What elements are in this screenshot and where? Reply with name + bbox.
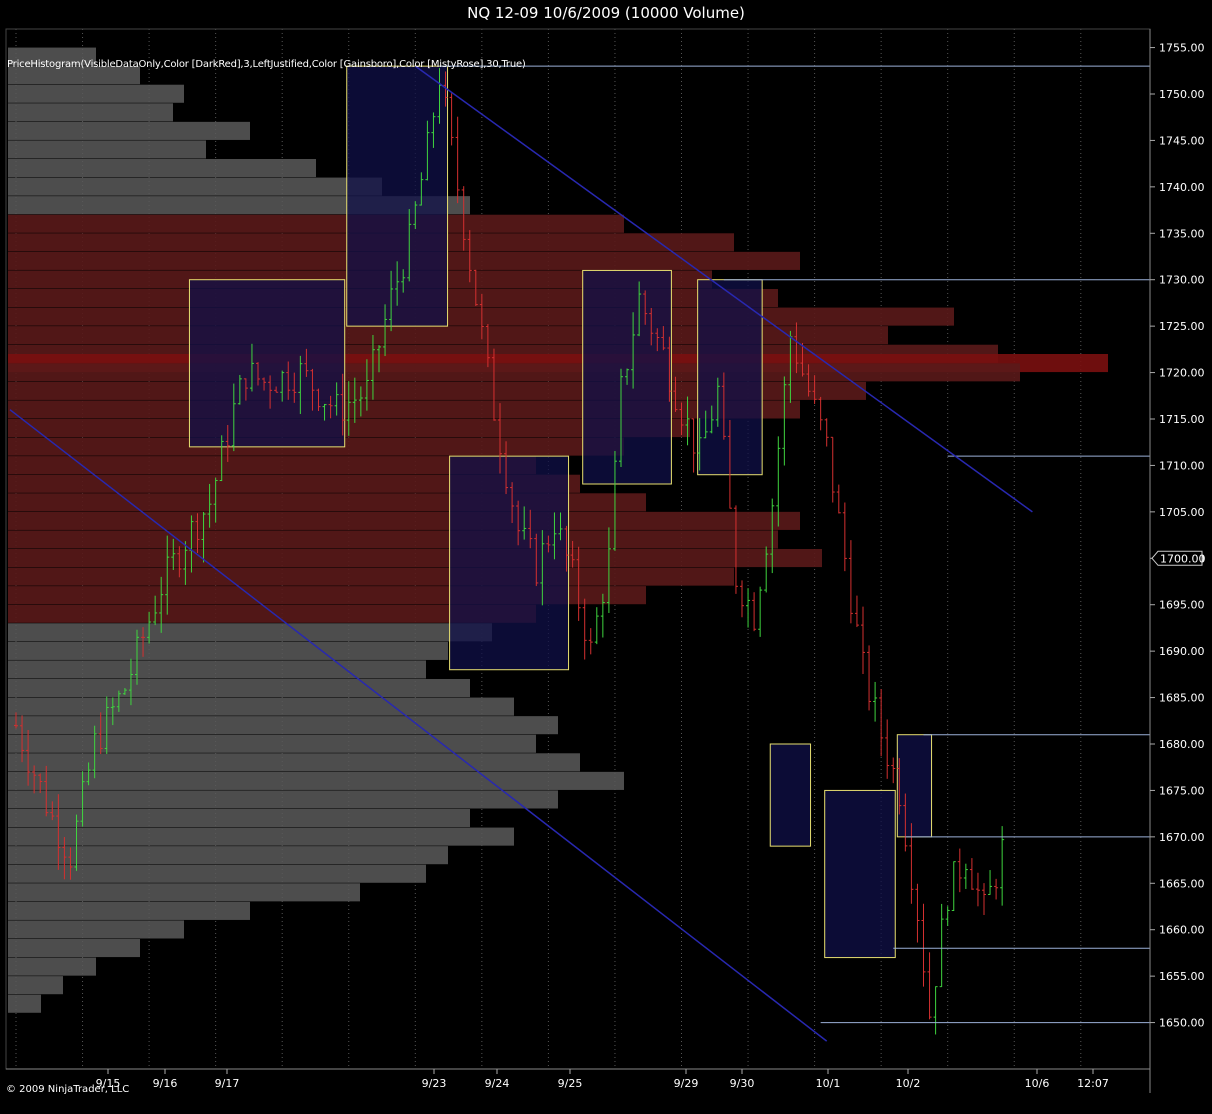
range-box: [449, 455, 570, 671]
indicator-label: PriceHistogram(VisibleDataOnly,Color [Da…: [7, 59, 526, 70]
profile-bar: [8, 363, 1020, 382]
y-tick-label: 1730.00: [1159, 274, 1205, 287]
y-tick-label: 1705.00: [1159, 506, 1205, 519]
x-tick-label: 10/2: [896, 1077, 921, 1090]
profile-bar: [8, 809, 470, 828]
range-box: [824, 789, 896, 959]
profile-bar: [8, 957, 96, 976]
profile-bar: [8, 84, 184, 103]
y-tick-label: 1690.00: [1159, 645, 1205, 658]
x-tick-label: 9/17: [215, 1077, 240, 1090]
y-tick-label: 1710.00: [1159, 459, 1205, 472]
y-tick-label: 1670.00: [1159, 831, 1205, 844]
profile-bar: [8, 140, 206, 159]
profile-bar: [8, 641, 448, 660]
profile-bar: [8, 753, 580, 772]
profile-bar: [8, 771, 624, 790]
y-tick-label: 1740.00: [1159, 181, 1205, 194]
x-tick-label: 9/24: [485, 1077, 510, 1090]
profile-bar: [8, 623, 492, 642]
range-box: [188, 279, 346, 448]
profile-bar: [8, 567, 734, 586]
price-chart[interactable]: 1650.00 1655.00 1660.00 1665.00 1670.00 1675.…: [0, 27, 1212, 1114]
y-tick-label: 1675.00: [1159, 784, 1205, 797]
y-tick-label: 1665.00: [1159, 877, 1205, 890]
range-box: [896, 734, 933, 838]
profile-bar: [8, 103, 173, 122]
x-tick-label: 10/1: [816, 1077, 841, 1090]
profile-bar: [8, 939, 140, 958]
x-tick-label: 9/23: [422, 1077, 447, 1090]
y-tick-label: 1725.00: [1159, 320, 1205, 333]
chart-panel[interactable]: 1650.00 1655.00 1660.00 1665.00 1670.00 1675.…: [0, 27, 1212, 1114]
x-tick-label: 10/6: [1025, 1077, 1050, 1090]
profile-bar: [8, 121, 250, 140]
y-tick-label: 1680.00: [1159, 738, 1205, 751]
profile-bar: [8, 159, 316, 178]
chart-title: NQ 12-09 10/6/2009 (10000 Volume): [467, 4, 745, 22]
y-tick-label: 1745.00: [1159, 134, 1205, 147]
y-axis-ticks: 1650.00 1655.00 1660.00 1665.00 1670.00 1675.…: [1150, 42, 1205, 1030]
x-tick-label: 9/16: [153, 1077, 178, 1090]
range-box: [769, 743, 812, 847]
x-tick-label: 9/30: [730, 1077, 755, 1090]
last-price-marker: 1700.00: [1151, 550, 1206, 566]
profile-bar: [8, 679, 470, 698]
profile-bar: [8, 920, 184, 939]
profile-bar: [8, 790, 558, 809]
y-tick-label: 1715.00: [1159, 413, 1205, 426]
profile-bar: [8, 511, 800, 530]
y-tick-label: 1655.00: [1159, 970, 1205, 983]
y-tick-label: 1660.00: [1159, 924, 1205, 937]
profile-bar: [8, 177, 382, 196]
profile-bar: [8, 901, 250, 920]
y-tick-label: 1685.00: [1159, 692, 1205, 705]
y-tick-label: 1720.00: [1159, 367, 1205, 380]
profile-bar: [8, 846, 448, 865]
profile-bar: [8, 549, 822, 568]
profile-bar: [8, 976, 63, 995]
x-tick-label: 9/29: [674, 1077, 699, 1090]
profile-bar: [8, 214, 624, 233]
y-tick-label: 1755.00: [1159, 42, 1205, 55]
profile-bar: [8, 660, 426, 679]
copyright-text: © 2009 NinjaTrader, LLC: [6, 1084, 130, 1095]
y-tick-label: 1695.00: [1159, 599, 1205, 612]
y-tick-label: 1750.00: [1159, 88, 1205, 101]
x-tick-label: 9/25: [558, 1077, 583, 1090]
y-tick-label: 1650.00: [1159, 1017, 1205, 1030]
profile-bar: [8, 697, 514, 716]
x-tick-label: 12:07: [1077, 1077, 1109, 1090]
profile-bar: [8, 716, 558, 735]
profile-bar: [8, 307, 954, 326]
profile-bar: [8, 994, 41, 1013]
profile-bar: [8, 883, 360, 902]
profile-bar: [8, 530, 778, 549]
profile-bar: [8, 734, 536, 753]
last-price-label: 1700.00: [1160, 552, 1206, 565]
y-tick-label: 1735.00: [1159, 227, 1205, 240]
x-axis-ticks: 9/15 9/16 9/17 9/23 9/24 9/25 9/29 9/30 10/1 10/2…: [96, 1069, 1109, 1090]
profile-bar: [8, 827, 514, 846]
